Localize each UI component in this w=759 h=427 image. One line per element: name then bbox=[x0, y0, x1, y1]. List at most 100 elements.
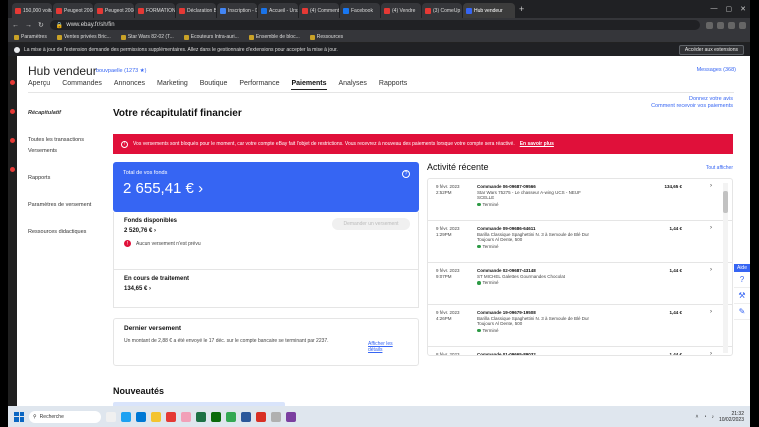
nav-tab-rapports[interactable]: Rapports bbox=[379, 80, 407, 90]
sidebar-item-payouts[interactable]: Versements bbox=[28, 148, 103, 154]
tab-favicon-icon bbox=[97, 7, 103, 14]
total-funds-card[interactable]: Total de vos fonds 2 655,41 € › ? bbox=[113, 162, 419, 212]
profile-icon[interactable] bbox=[739, 21, 746, 29]
activity-row[interactable]: 8 févr. 20233:50PM Commande 01-09665-8903… bbox=[428, 347, 732, 356]
activity-row[interactable]: 9 févr. 2023 4:26PM Commande 19-09679-1950… bbox=[428, 305, 732, 347]
browser-tab[interactable]: Déclaration B bbox=[176, 3, 216, 18]
forward-icon[interactable]: → bbox=[25, 22, 32, 29]
activity-date: 8 févr. 20233:50PM bbox=[436, 352, 460, 356]
taskbar-app-icon[interactable] bbox=[136, 411, 146, 422]
chevron-up-icon[interactable]: ˄ bbox=[696, 414, 699, 420]
bookmark-item[interactable]: Ressources bbox=[309, 34, 343, 40]
browser-tab[interactable]: (4) Comment N bbox=[299, 3, 339, 18]
browser-tab[interactable]: (3) ComeUp bbox=[422, 3, 462, 18]
address-bar[interactable]: 🔒 www.ebay.fr/sh/fin bbox=[49, 20, 700, 30]
browser-tab[interactable]: (4) Vendre bbox=[381, 3, 421, 18]
how-to-get-paid-link[interactable]: Comment recevoir vos paiements bbox=[651, 103, 733, 110]
chevron-right-icon[interactable]: › bbox=[710, 225, 712, 231]
close-window-icon[interactable]: ✕ bbox=[740, 5, 746, 13]
activity-row[interactable]: 9 févr. 2023 1:29PM Commande 09-09686-6461… bbox=[428, 221, 732, 263]
activity-row[interactable]: 9 févr. 2023 2:52PM Commande 06-09687-0956… bbox=[428, 179, 732, 221]
extension-icon[interactable] bbox=[717, 21, 724, 29]
app-icon[interactable] bbox=[10, 167, 15, 172]
sidebar-item-resources[interactable]: Ressources didactiques bbox=[28, 229, 103, 235]
back-icon[interactable]: ← bbox=[12, 22, 19, 29]
feedback-link[interactable]: Donnez votre avis bbox=[651, 96, 733, 103]
restriction-alert: ! Vos versements sont bloqués pour le mo… bbox=[113, 134, 733, 154]
seller-username[interactable]: bouvpaelle (1273 ★) bbox=[96, 68, 147, 74]
activity-row[interactable]: 9 févr. 2023 9:07PM Commande 02-09687-4314… bbox=[428, 263, 732, 305]
scrollbar-thumb[interactable] bbox=[723, 191, 728, 213]
minimize-icon[interactable]: — bbox=[711, 5, 718, 13]
nav-tab-marketing[interactable]: Marketing bbox=[157, 80, 188, 90]
nav-tab-apercu[interactable]: Aperçu bbox=[28, 80, 50, 90]
request-payout-button[interactable]: Demander un versement bbox=[332, 218, 410, 230]
taskbar-app-icon[interactable] bbox=[256, 411, 266, 422]
sidebar-item-recap[interactable]: Récapitulatif bbox=[28, 110, 103, 116]
browser-tab[interactable]: FORMATION D bbox=[135, 3, 175, 18]
nav-tab-commandes[interactable]: Commandes bbox=[62, 80, 102, 90]
help-label[interactable]: Aide bbox=[734, 264, 750, 272]
extensions-button[interactable]: Accéder aux extensions bbox=[678, 44, 744, 55]
sidebar-item-transactions[interactable]: Toutes les transactions bbox=[28, 137, 103, 143]
messages-link[interactable]: Messages (368) bbox=[697, 67, 736, 73]
nav-tab-paiements[interactable]: Paiements bbox=[291, 80, 327, 90]
bookmark-item[interactable]: Star Wars 82-02 (T... bbox=[120, 34, 174, 40]
scrollbar[interactable] bbox=[723, 183, 728, 353]
bookmark-item[interactable]: Paramètres bbox=[14, 34, 47, 40]
taskbar-app-icon[interactable] bbox=[106, 411, 116, 422]
sidebar-item-reports[interactable]: Rapports bbox=[28, 175, 103, 181]
nav-tab-annonces[interactable]: Annonces bbox=[114, 80, 145, 90]
nav-tab-performance[interactable]: Performance bbox=[239, 80, 279, 90]
volume-icon[interactable]: ♪ bbox=[711, 414, 714, 420]
clock[interactable]: 21:32 10/02/2023 bbox=[719, 411, 744, 423]
wifi-icon[interactable]: ◔ bbox=[703, 414, 706, 420]
chevron-right-icon[interactable]: › bbox=[710, 351, 712, 355]
new-tab-icon[interactable]: + bbox=[519, 4, 524, 14]
app-icon[interactable] bbox=[10, 109, 15, 114]
tools-icon[interactable]: ⚒ bbox=[734, 288, 750, 304]
chevron-right-icon[interactable]: › bbox=[710, 183, 712, 189]
taskbar-app-icon[interactable] bbox=[211, 411, 221, 422]
browser-tab[interactable]: Facebook bbox=[340, 3, 380, 18]
taskbar-app-icon[interactable] bbox=[196, 411, 206, 422]
browser-tab[interactable]: Inscription - D bbox=[217, 3, 257, 18]
taskbar-search[interactable]: ⚲ Recherche bbox=[29, 410, 101, 423]
taskbar-app-icon[interactable] bbox=[286, 411, 296, 422]
browser-tab[interactable]: 150,000 voitur bbox=[12, 3, 52, 18]
bookmark-item[interactable]: Ventes privées Bric... bbox=[56, 34, 111, 40]
browser-tab[interactable]: Peugeot 2008 bbox=[94, 3, 134, 18]
nav-tab-boutique[interactable]: Boutique bbox=[200, 80, 228, 90]
reload-icon[interactable]: ↻ bbox=[38, 21, 44, 29]
sidebar-item-payout-settings[interactable]: Paramètres de versement bbox=[28, 202, 103, 208]
activity-list: 9 févr. 2023 2:52PM Commande 06-09687-0956… bbox=[427, 178, 733, 356]
browser-tab[interactable]: Hub vendeur bbox=[463, 3, 515, 18]
bookmark-item[interactable]: Ecouteurs Intra-auri... bbox=[183, 34, 239, 40]
question-icon[interactable]: ? bbox=[734, 272, 750, 288]
chevron-right-icon[interactable]: › bbox=[710, 309, 712, 315]
taskbar-app-icon[interactable] bbox=[226, 411, 236, 422]
processing-amount[interactable]: 134,65 € › bbox=[124, 286, 408, 292]
app-icon[interactable] bbox=[10, 80, 15, 85]
taskbar-app-icon[interactable] bbox=[151, 411, 161, 422]
chevron-right-icon[interactable]: › bbox=[710, 267, 712, 273]
app-icon[interactable] bbox=[10, 138, 15, 143]
show-details-link[interactable]: Afficher les détails bbox=[368, 341, 398, 353]
info-icon[interactable]: ? bbox=[402, 170, 410, 178]
learn-more-link[interactable]: En savoir plus bbox=[520, 141, 554, 147]
windows-start-icon[interactable] bbox=[14, 411, 24, 422]
browser-tab[interactable]: Peugeot 2008 bbox=[53, 3, 93, 18]
extension-icon[interactable] bbox=[728, 21, 735, 29]
show-all-link[interactable]: Tout afficher bbox=[706, 165, 733, 171]
taskbar-app-icon[interactable] bbox=[241, 411, 251, 422]
taskbar-app-icon[interactable] bbox=[271, 411, 281, 422]
maximize-icon[interactable]: ▢ bbox=[726, 5, 733, 13]
browser-tab[interactable]: Accueil - Ursso bbox=[258, 3, 298, 18]
bookmark-item[interactable]: Ensemble de bloc... bbox=[248, 34, 300, 40]
edit-icon[interactable]: ✎ bbox=[734, 304, 750, 320]
taskbar-app-icon[interactable] bbox=[181, 411, 191, 422]
taskbar-app-icon[interactable] bbox=[121, 411, 131, 422]
extension-icon[interactable] bbox=[706, 21, 713, 29]
nav-tab-analyses[interactable]: Analyses bbox=[339, 80, 367, 90]
taskbar-app-icon[interactable] bbox=[166, 411, 176, 422]
